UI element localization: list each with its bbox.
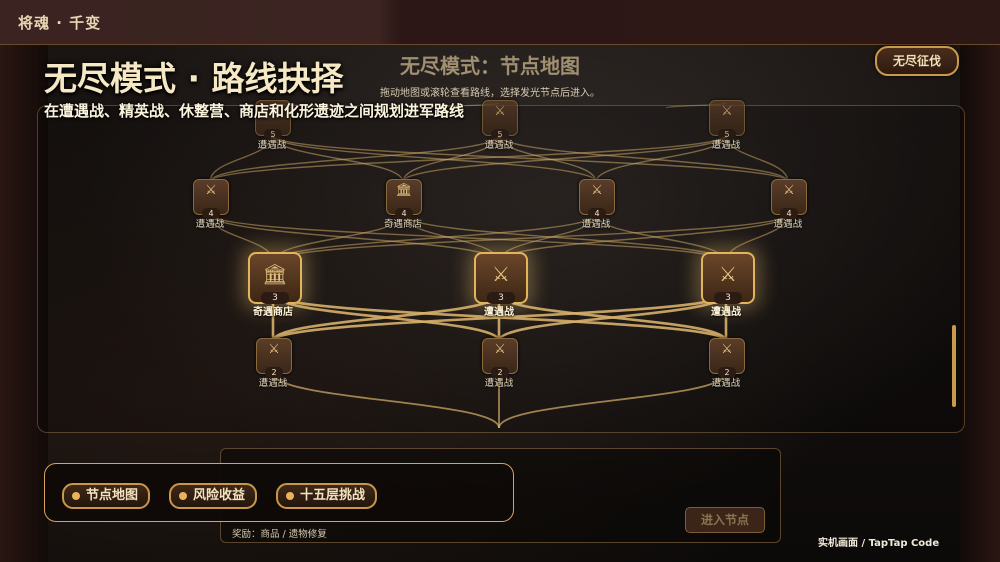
- tab-node-map[interactable]: 节点地图: [62, 483, 151, 509]
- tab-risk-reward[interactable]: 风险收益: [169, 483, 258, 509]
- sword-icon: ⚔: [492, 262, 510, 286]
- route-node: ⚔ 2: [709, 338, 745, 378]
- tab-label: 节点地图: [86, 488, 139, 503]
- node-label: 遭遇战: [195, 219, 225, 230]
- sword-icon: ⚔: [494, 342, 506, 357]
- sword-icon: ⚔: [205, 183, 217, 198]
- route-node-selectable[interactable]: ⚔ 3: [474, 252, 528, 304]
- sword-icon: ⚔: [494, 104, 506, 119]
- route-node-selectable[interactable]: 🏛 3: [248, 252, 302, 304]
- node-label: 遭遇战: [484, 307, 514, 318]
- route-node: ⚔ 2: [256, 338, 292, 378]
- node-label: 遭遇战: [484, 378, 514, 389]
- shop-icon: 🏛: [395, 183, 413, 198]
- route-path: [271, 293, 501, 342]
- credit-text: 实机画面 / TapTap Code: [818, 538, 940, 549]
- sword-icon: ⚔: [721, 104, 733, 119]
- sword-icon: ⚔: [719, 262, 737, 286]
- route-node: ⚔ 4: [579, 179, 615, 219]
- node-label: 遭遇战: [581, 219, 611, 230]
- node-label: 遭遇战: [711, 307, 741, 318]
- route-node-selectable[interactable]: ⚔ 3: [701, 252, 755, 304]
- route-path: [497, 293, 728, 342]
- sword-icon: ⚔: [268, 342, 280, 357]
- node-label: 遭遇战: [484, 140, 514, 151]
- tab-dot-icon: [72, 492, 80, 500]
- shop-icon: 🏛: [262, 262, 288, 286]
- reward-text: 奖励：商品 / 遗物修复: [232, 529, 327, 540]
- route-node: ⚔ 5: [709, 100, 745, 140]
- sword-icon: ⚔: [783, 183, 795, 198]
- route-node: ⚔ 4: [771, 179, 807, 219]
- tab-dot-icon: [179, 492, 187, 500]
- route-path: [272, 372, 500, 429]
- node-label: 遭遇战: [258, 378, 288, 389]
- node-label: 遭遇战: [257, 140, 287, 151]
- node-label: 遭遇战: [773, 219, 803, 230]
- tab-label: 十五层挑战: [300, 488, 366, 503]
- enter-node-button[interactable]: 进入节点: [685, 507, 765, 533]
- route-node: 🏛 4: [386, 179, 422, 219]
- main-title: 无尽模式 · 路线抉择: [44, 59, 344, 98]
- sword-icon: ⚔: [721, 342, 733, 357]
- map-scrollbar[interactable]: [952, 325, 956, 407]
- tab-fifteen-floor-challenge[interactable]: 十五层挑战: [276, 483, 378, 509]
- tab-dot-icon: [286, 492, 294, 500]
- subtitle: 在遭遇战、精英战、休整营、商店和化形遗迹之间规划进军路线: [44, 102, 465, 120]
- node-label: 遭遇战: [711, 378, 741, 389]
- sword-icon: ⚔: [591, 183, 603, 198]
- tab-label: 风险收益: [193, 488, 246, 503]
- node-label: 奇遇商店: [383, 219, 423, 230]
- node-label: 奇遇商店: [253, 307, 293, 318]
- route-node: ⚔ 4: [193, 179, 229, 219]
- route-node: ⚔ 2: [482, 338, 518, 378]
- route-node: ⚔ 5: [482, 100, 518, 140]
- node-label: 遭遇战: [711, 140, 741, 151]
- route-path: [498, 372, 727, 429]
